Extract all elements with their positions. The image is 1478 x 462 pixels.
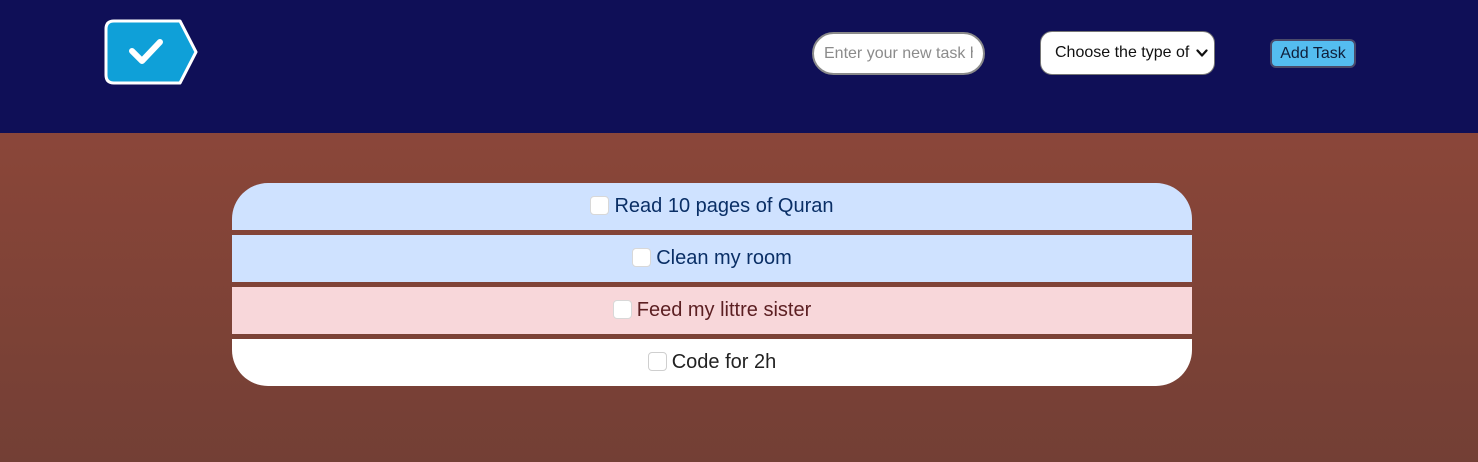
chevron-down-icon bbox=[1196, 46, 1208, 60]
task-item[interactable]: Feed my littre sister bbox=[232, 287, 1192, 334]
task-type-select[interactable]: Choose the type of task bbox=[1040, 31, 1215, 75]
task-label: Read 10 pages of Quran bbox=[614, 195, 834, 217]
task-checkbox[interactable] bbox=[590, 195, 610, 215]
new-task-input[interactable] bbox=[812, 32, 985, 75]
logo-checkmark-tag-icon[interactable] bbox=[104, 19, 198, 85]
task-item[interactable]: Code for 2h bbox=[232, 339, 1192, 386]
add-task-button[interactable]: Add Task bbox=[1270, 39, 1356, 68]
task-checkbox[interactable] bbox=[632, 247, 652, 267]
task-item[interactable]: Read 10 pages of Quran bbox=[232, 183, 1192, 230]
top-bar: Choose the type of task Add Task bbox=[0, 0, 1478, 133]
task-checkbox[interactable] bbox=[647, 351, 667, 371]
task-label: Clean my room bbox=[656, 247, 792, 269]
task-type-select-value: Choose the type of task bbox=[1055, 44, 1190, 61]
task-item[interactable]: Clean my room bbox=[232, 235, 1192, 282]
task-list: Read 10 pages of Quran Clean my room Fee… bbox=[232, 183, 1192, 386]
task-label: Feed my littre sister bbox=[636, 299, 812, 321]
task-checkbox[interactable] bbox=[612, 299, 632, 319]
task-label: Code for 2h bbox=[671, 351, 777, 373]
